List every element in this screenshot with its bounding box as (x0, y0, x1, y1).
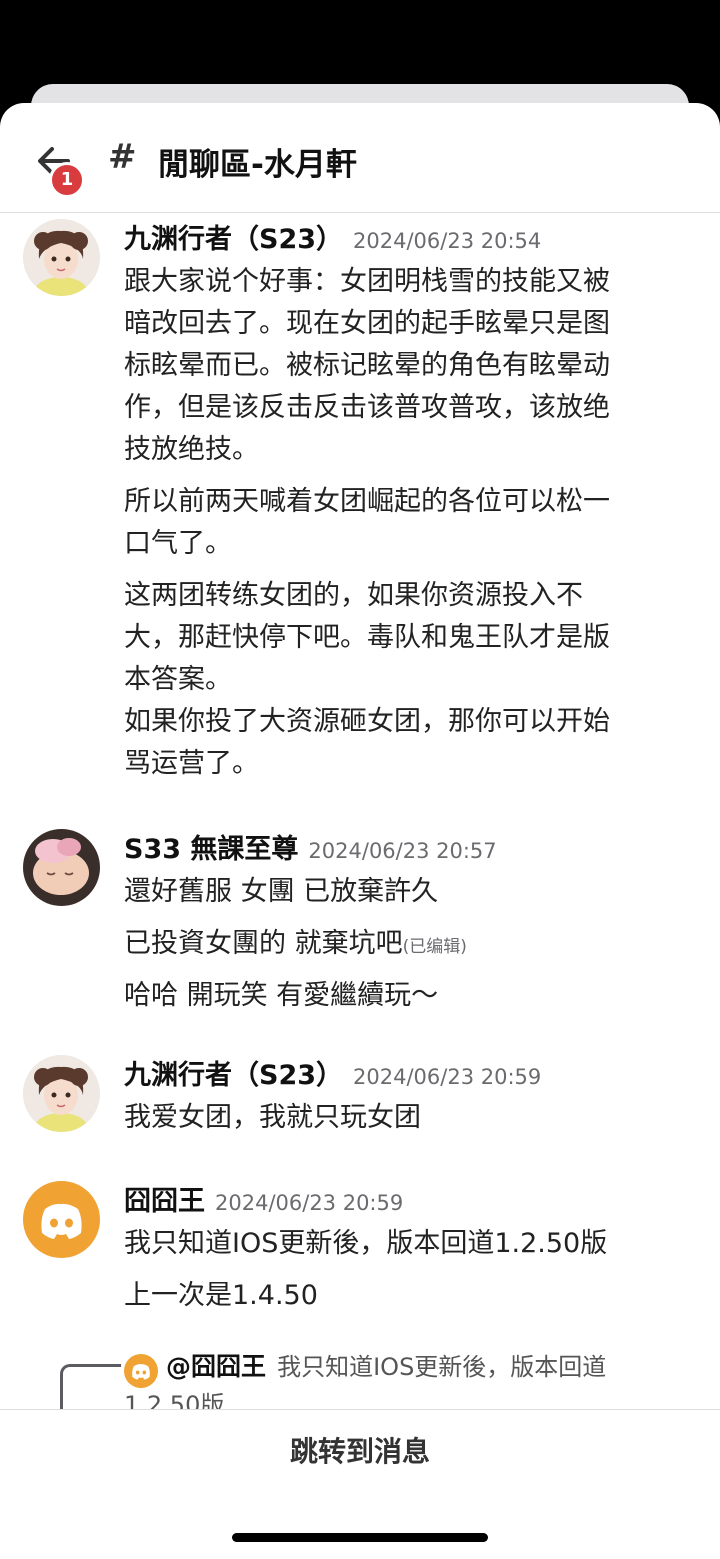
message-text: 如果你投了大资源砸女团，那你可以开始 (124, 706, 610, 737)
message-text: 这两团转练女团的，如果你资源投入不 (124, 580, 583, 611)
message-text: 标眩晕而已。被标记眩晕的角色有眩晕动 (124, 350, 610, 381)
channel-header: 1 # 閒聊區-水月軒 (0, 103, 720, 213)
author-name[interactable]: 九渊行者（S23） (124, 1060, 343, 1091)
message-text: 所以前两天喊着女团崛起的各位可以松一 (124, 486, 610, 517)
channel-hash-icon: # (108, 137, 137, 177)
message-text: 上一次是1.4.50 (124, 1280, 318, 1311)
home-indicator (232, 1533, 488, 1542)
message-text: 大，那赶快停下吧。毒队和鬼王队才是版 (124, 622, 610, 653)
message-text: 我只知道IOS更新後，版本回道1.2.50版 (124, 1228, 608, 1259)
message-text: 技放绝技。 (124, 434, 259, 465)
message-text: 作，但是该反击反击该普攻普攻，该放绝 (124, 392, 610, 423)
timestamp: 2024/06/23 20:57 (308, 839, 497, 863)
timestamp: 2024/06/23 20:54 (353, 229, 542, 253)
author-name[interactable]: 囧囧王 (124, 1186, 205, 1217)
reply-connector (60, 1364, 121, 1409)
message-text: 本答案。 (124, 664, 232, 695)
message-text: 我爱女团，我就只玩女团 (124, 1102, 421, 1133)
unread-badge: 1 (49, 162, 85, 198)
message-text: 暗改回去了。现在女团的起手眩晕只是图 (124, 308, 610, 339)
jump-to-message-button[interactable]: 跳转到消息 (0, 1430, 720, 1470)
author-name[interactable]: 九渊行者（S23） (124, 224, 343, 255)
timestamp: 2024/06/23 20:59 (215, 1191, 404, 1215)
channel-title: 閒聊區-水月軒 (158, 147, 357, 183)
message-text: 哈哈 開玩笑 有愛繼續玩～ (124, 980, 439, 1011)
message-feed[interactable]: 九渊行者（S23） 2024/06/23 20:54 跟大家说个好事：女团明栈雪的… (0, 213, 720, 1409)
message-text: 骂运营了。 (124, 748, 259, 779)
reply-discord-icon (124, 1353, 158, 1388)
avatar[interactable] (23, 1181, 100, 1258)
message-text: 還好舊服 女團 已放棄許久 (124, 876, 439, 907)
timestamp: 2024/06/23 20:59 (353, 1065, 542, 1089)
discord-icon (41, 1203, 82, 1239)
avatar[interactable] (23, 829, 100, 906)
edited-label: (已编辑) (402, 937, 467, 957)
message-text: 已投資女團的 就棄坑吧 (124, 928, 403, 959)
reply-text-continued: 1.2.50版 (124, 1391, 225, 1409)
message-sheet: 1 # 閒聊區-水月軒 九渊行者（S23） 2024/06/23 20:54 跟… (0, 103, 720, 1559)
reply-author: @囧囧王 (166, 1352, 267, 1381)
author-name[interactable]: S33 無課至尊 (124, 834, 298, 865)
avatar[interactable] (23, 1055, 100, 1132)
message-text: 口气了。 (124, 528, 232, 559)
reply-text: 我只知道IOS更新後，版本回道 (277, 1353, 607, 1381)
message-text: 跟大家说个好事：女团明栈雪的技能又被 (124, 266, 610, 297)
reply-preview[interactable]: @囧囧王 我只知道IOS更新後，版本回道 (124, 1347, 606, 1388)
avatar[interactable] (23, 219, 100, 296)
